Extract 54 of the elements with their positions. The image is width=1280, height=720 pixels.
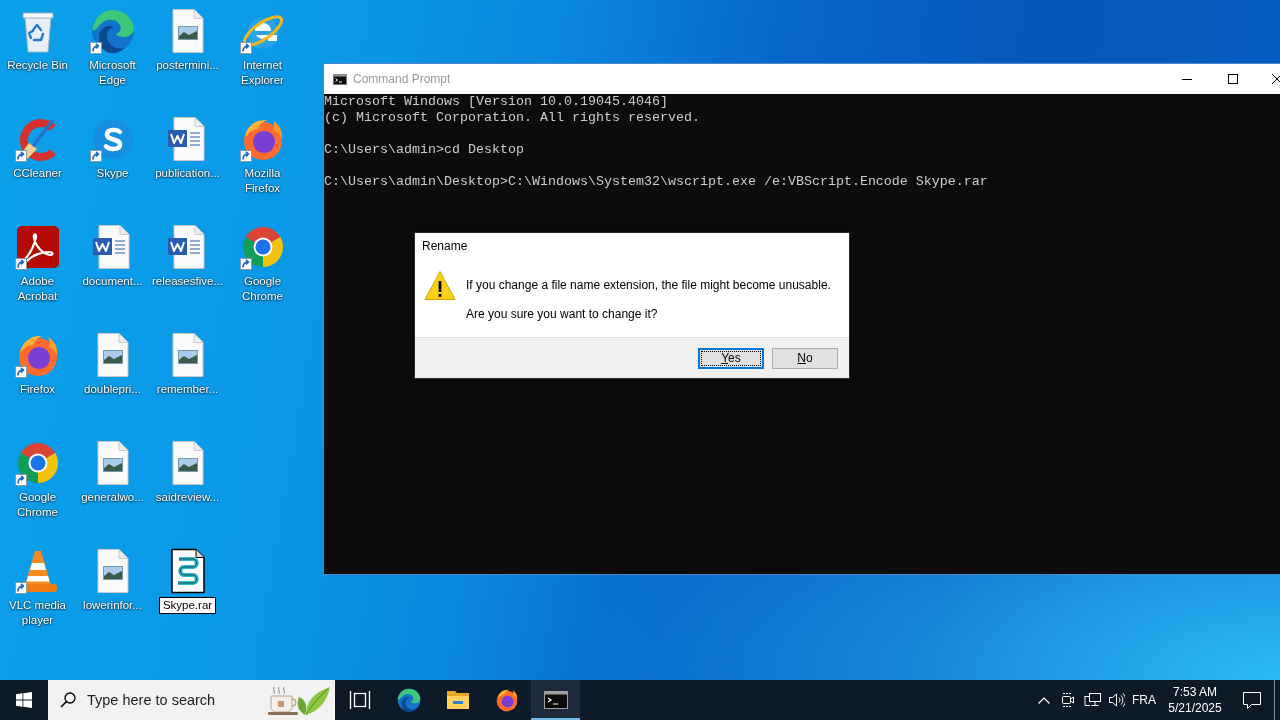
search-box[interactable]: Type here to search xyxy=(48,680,335,720)
icon-label[interactable]: generalwo... xyxy=(81,490,144,505)
window-title: Command Prompt xyxy=(353,71,451,88)
console-line: C:\Users\admin>cd Desktop xyxy=(324,142,524,158)
icon-label[interactable]: remember... xyxy=(156,382,219,397)
rename-field[interactable]: Skype.rar xyxy=(158,597,217,614)
icon-label[interactable]: Mozilla Firefox xyxy=(227,166,298,196)
chevron-up-icon[interactable] xyxy=(1038,696,1050,704)
icon-label[interactable]: postermini... xyxy=(156,58,219,73)
icon-label[interactable]: Recycle Bin xyxy=(7,58,68,73)
language-indicator[interactable]: FRA xyxy=(1132,692,1156,708)
task-view-icon[interactable] xyxy=(348,690,371,710)
dialog-button[interactable]: No xyxy=(772,347,838,369)
notification-icon[interactable] xyxy=(1243,691,1261,709)
dialog-question: Are you sure you want to change it? xyxy=(466,307,658,322)
icon-label[interactable]: Adobe Acrobat xyxy=(2,274,73,304)
icon-label[interactable]: VLC media player xyxy=(2,598,73,628)
search-field[interactable]: Type here to search xyxy=(87,689,257,711)
windows-logo-icon[interactable] xyxy=(16,692,32,708)
clock-date[interactable]: 5/21/2025 xyxy=(1168,700,1222,716)
icon-label[interactable]: doublepri... xyxy=(84,382,141,397)
dialog-title: Rename xyxy=(422,239,468,254)
search-icon xyxy=(60,692,76,708)
warning-icon xyxy=(424,270,456,302)
console-icon xyxy=(333,73,347,85)
taskbar-button[interactable] xyxy=(531,680,580,720)
dialog-button[interactable]: Yes xyxy=(698,347,764,369)
icon-label[interactable]: Google Chrome xyxy=(2,490,73,520)
icon-label[interactable]: Google Chrome xyxy=(227,274,298,304)
icon-label[interactable]: Firefox xyxy=(19,382,56,397)
icon-label[interactable]: Skype xyxy=(96,166,129,181)
console-line: Microsoft Windows [Version 10.0.19045.4046] xyxy=(324,94,668,110)
maximize-icon[interactable] xyxy=(1228,74,1238,84)
icon-label[interactable]: document... xyxy=(82,274,143,289)
teacup-leaves-icon xyxy=(268,684,332,716)
icon-label[interactable]: releasesfive... xyxy=(152,274,223,289)
icon-label[interactable]: publication... xyxy=(155,166,220,181)
minimize-icon[interactable] xyxy=(1182,78,1192,80)
folder-icon[interactable] xyxy=(445,690,470,710)
icon-label[interactable]: lowerinfor... xyxy=(83,598,142,613)
volume-icon[interactable] xyxy=(1107,692,1125,708)
icon-label[interactable]: Microsoft Edge xyxy=(77,58,148,88)
icon-label[interactable]: saidreview... xyxy=(155,490,220,505)
icon-label[interactable]: Internet Explorer xyxy=(227,58,298,88)
camera-icon[interactable] xyxy=(1060,692,1076,708)
edge-logo-icon[interactable] xyxy=(395,687,422,713)
icon-label[interactable]: CCleaner xyxy=(13,166,62,181)
console-icon[interactable] xyxy=(543,691,568,709)
console-line: C:\Users\admin\Desktop>C:\Windows\System32\wscript.exe /e:VBScript.Encode Skype.rar xyxy=(324,174,988,190)
network-icon[interactable] xyxy=(1083,692,1101,708)
close-icon[interactable] xyxy=(1272,74,1280,84)
dialog-message: If you change a file name extension, the file might become unusable. xyxy=(466,278,831,293)
console-line: (c) Microsoft Corporation. All rights reserved. xyxy=(324,110,700,126)
clock-time[interactable]: 7:53 AM xyxy=(1173,684,1217,700)
